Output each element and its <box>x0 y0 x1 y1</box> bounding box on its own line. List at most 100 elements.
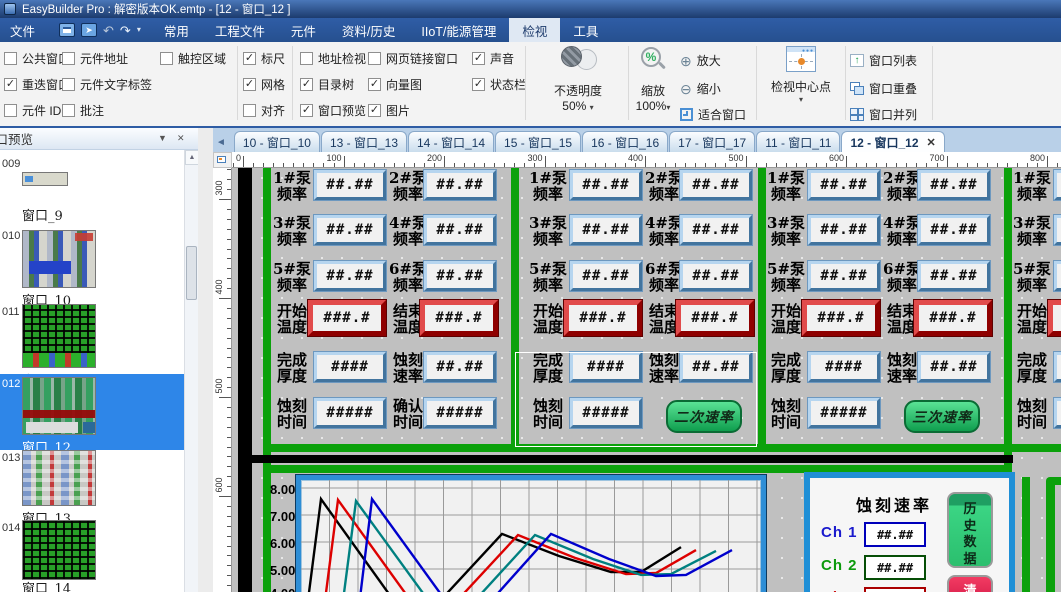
hmi-value-box[interactable]: ###.# <box>1048 300 1061 336</box>
hmi-value-box[interactable]: ##### <box>808 398 880 428</box>
tab-12 - 窗口_12[interactable]: 12 - 窗口_12✕ <box>841 131 944 152</box>
channel-value-box[interactable]: ##.## <box>864 587 926 592</box>
hmi-value-box[interactable]: ##.## <box>424 261 496 291</box>
scroll-up-icon[interactable]: ▲ <box>185 150 199 165</box>
hmi-value-box[interactable]: ##.## <box>918 215 990 245</box>
scrollbar-thumb[interactable] <box>186 246 197 300</box>
file-menu[interactable]: 文件 <box>0 18 49 42</box>
hmi-value-box[interactable]: ###.# <box>308 300 386 336</box>
checkbox-checked[interactable]: ✓ <box>368 104 381 117</box>
window-thumbnail[interactable] <box>22 377 96 435</box>
view-option-图片[interactable]: ✓图片 <box>368 102 410 119</box>
checkbox-checked[interactable]: ✓ <box>243 78 256 91</box>
view-option-声音[interactable]: ✓声音 <box>472 50 514 67</box>
hmi-value-box[interactable]: ##.## <box>808 261 880 291</box>
ribbon-tab-元件[interactable]: 元件 <box>278 18 329 42</box>
window-thumbnail[interactable] <box>22 172 68 186</box>
checkbox-checked[interactable]: ✓ <box>368 78 381 91</box>
zoom-control[interactable]: % 缩放 100%▾ <box>630 46 676 113</box>
hmi-value-box[interactable]: #### <box>808 352 880 382</box>
hmi-value-box[interactable]: ##.## <box>314 170 386 200</box>
tab-11 - 窗口_11[interactable]: 11 - 窗口_11 <box>756 131 840 152</box>
hmi-value-box[interactable]: ###.# <box>564 300 642 336</box>
save-icon[interactable] <box>59 23 75 37</box>
view-option-状态栏[interactable]: ✓状态栏 <box>472 76 526 93</box>
clear-button[interactable]: 清 <box>947 575 993 592</box>
hmi-value-box[interactable]: ##### <box>424 398 496 428</box>
hmi-value-box[interactable]: ###.# <box>420 300 498 336</box>
hmi-value-box[interactable]: ###.# <box>676 300 754 336</box>
checkbox-checked[interactable]: ✓ <box>300 104 313 117</box>
zoom-value[interactable]: 100%▾ <box>630 99 676 113</box>
view-option-向量图[interactable]: ✓向量图 <box>368 76 422 93</box>
hmi-value-box[interactable]: ##.## <box>424 170 496 200</box>
zoom-out-button[interactable]: ⊖ 缩小 <box>680 80 721 97</box>
hmi-button-三次速率[interactable]: 三次速率 <box>904 400 980 433</box>
checkbox-checked[interactable]: ✓ <box>300 78 313 91</box>
view-option-标尺[interactable]: ✓标尺 <box>243 50 285 67</box>
checkbox-unchecked[interactable] <box>300 52 313 65</box>
channel-value-box[interactable]: ##.## <box>864 522 926 547</box>
view-option-目录树[interactable]: ✓目录树 <box>300 76 354 93</box>
window-tile-button[interactable]: 窗口并列 <box>850 106 917 123</box>
checkbox-unchecked[interactable] <box>62 78 75 91</box>
checkbox-unchecked[interactable] <box>160 52 173 65</box>
tab-15 - 窗口_15[interactable]: 15 - 窗口_15 <box>495 131 581 152</box>
ribbon-tab-IIoT/能源管理[interactable]: IIoT/能源管理 <box>408 18 509 42</box>
checkbox-unchecked[interactable] <box>4 104 17 117</box>
panel-splitter[interactable] <box>198 128 213 592</box>
view-center-button[interactable]: ●●● 检视中心点 ▾ <box>760 46 842 104</box>
checkbox-unchecked[interactable] <box>62 52 75 65</box>
opacity-control[interactable]: 不透明度 50% ▾ <box>528 46 628 113</box>
tab-16 - 窗口_16[interactable]: 16 - 窗口_16 <box>582 131 668 152</box>
tab-17 - 窗口_17[interactable]: 17 - 窗口_17 <box>669 131 755 152</box>
hmi-value-box[interactable]: ##.## <box>918 170 990 200</box>
channel-value-box[interactable]: ##.## <box>864 555 926 580</box>
hmi-value-box[interactable]: ##.## <box>1054 261 1061 291</box>
redo-icon[interactable]: ↷ <box>120 24 131 37</box>
hmi-value-box[interactable]: ##.## <box>808 215 880 245</box>
ruler-corner[interactable] <box>213 152 232 168</box>
ribbon-tab-工具[interactable]: 工具 <box>560 18 611 42</box>
opacity-value[interactable]: 50% ▾ <box>528 99 628 113</box>
history-data-button[interactable]: 历史数据 <box>947 492 993 568</box>
toolbar-more-icon[interactable]: ▾ <box>137 26 141 34</box>
hmi-design-surface[interactable]: 1#泵频率##.##2#泵频率##.##3#泵频率##.##4#泵频率##.##… <box>232 168 1061 592</box>
hmi-value-box[interactable]: ###.# <box>914 300 992 336</box>
checkbox-unchecked[interactable] <box>243 104 256 117</box>
hmi-value-box[interactable]: #### <box>1054 352 1061 382</box>
preview-scrollbar[interactable]: ▲ <box>184 150 198 592</box>
hmi-value-box[interactable]: ##.## <box>918 352 990 382</box>
view-option-元件文字标签[interactable]: 元件文字标签 <box>62 76 152 93</box>
view-option-触控区域[interactable]: 触控区域 <box>160 50 226 67</box>
hmi-value-box[interactable]: ##### <box>314 398 386 428</box>
undo-icon[interactable]: ↶ <box>103 24 114 37</box>
zoom-in-button[interactable]: ⊕ 放大 <box>680 52 721 69</box>
view-option-地址检视[interactable]: 地址检视 <box>300 50 366 67</box>
window-cascade-button[interactable]: 窗口重叠 <box>850 80 917 97</box>
checkbox-checked[interactable]: ✓ <box>472 52 485 65</box>
view-option-窗口预览[interactable]: ✓窗口预览 <box>300 102 366 119</box>
view-option-批注[interactable]: 批注 <box>62 102 104 119</box>
checkbox-checked[interactable]: ✓ <box>4 78 17 91</box>
tab-close-icon[interactable]: ✕ <box>927 136 936 149</box>
checkbox-checked[interactable]: ✓ <box>243 52 256 65</box>
hmi-value-box[interactable]: ##.## <box>680 170 752 200</box>
hmi-value-box[interactable]: ##.## <box>314 215 386 245</box>
view-option-元件地址[interactable]: 元件地址 <box>62 50 128 67</box>
window-thumbnail[interactable] <box>22 230 96 288</box>
hmi-value-box[interactable]: #### <box>314 352 386 382</box>
checkbox-checked[interactable]: ✓ <box>472 78 485 91</box>
ribbon-tab-常用[interactable]: 常用 <box>151 18 202 42</box>
panel-close-icon[interactable]: ✕ <box>177 133 185 144</box>
hmi-value-box[interactable]: ##.## <box>314 261 386 291</box>
hmi-value-box[interactable]: ##.## <box>570 170 642 200</box>
tab-13 - 窗口_13[interactable]: 13 - 窗口_13 <box>321 131 407 152</box>
window-thumbnail[interactable] <box>22 450 96 506</box>
ribbon-tab-资料/历史[interactable]: 资料/历史 <box>329 18 408 42</box>
view-option-网页链接窗口[interactable]: 网页链接窗口 <box>368 50 458 67</box>
ribbon-tab-检视[interactable]: 检视 <box>509 18 560 42</box>
checkbox-unchecked[interactable] <box>4 52 17 65</box>
tab-scroll-left-icon[interactable]: ◄ <box>216 137 226 148</box>
view-option-网格[interactable]: ✓网格 <box>243 76 285 93</box>
